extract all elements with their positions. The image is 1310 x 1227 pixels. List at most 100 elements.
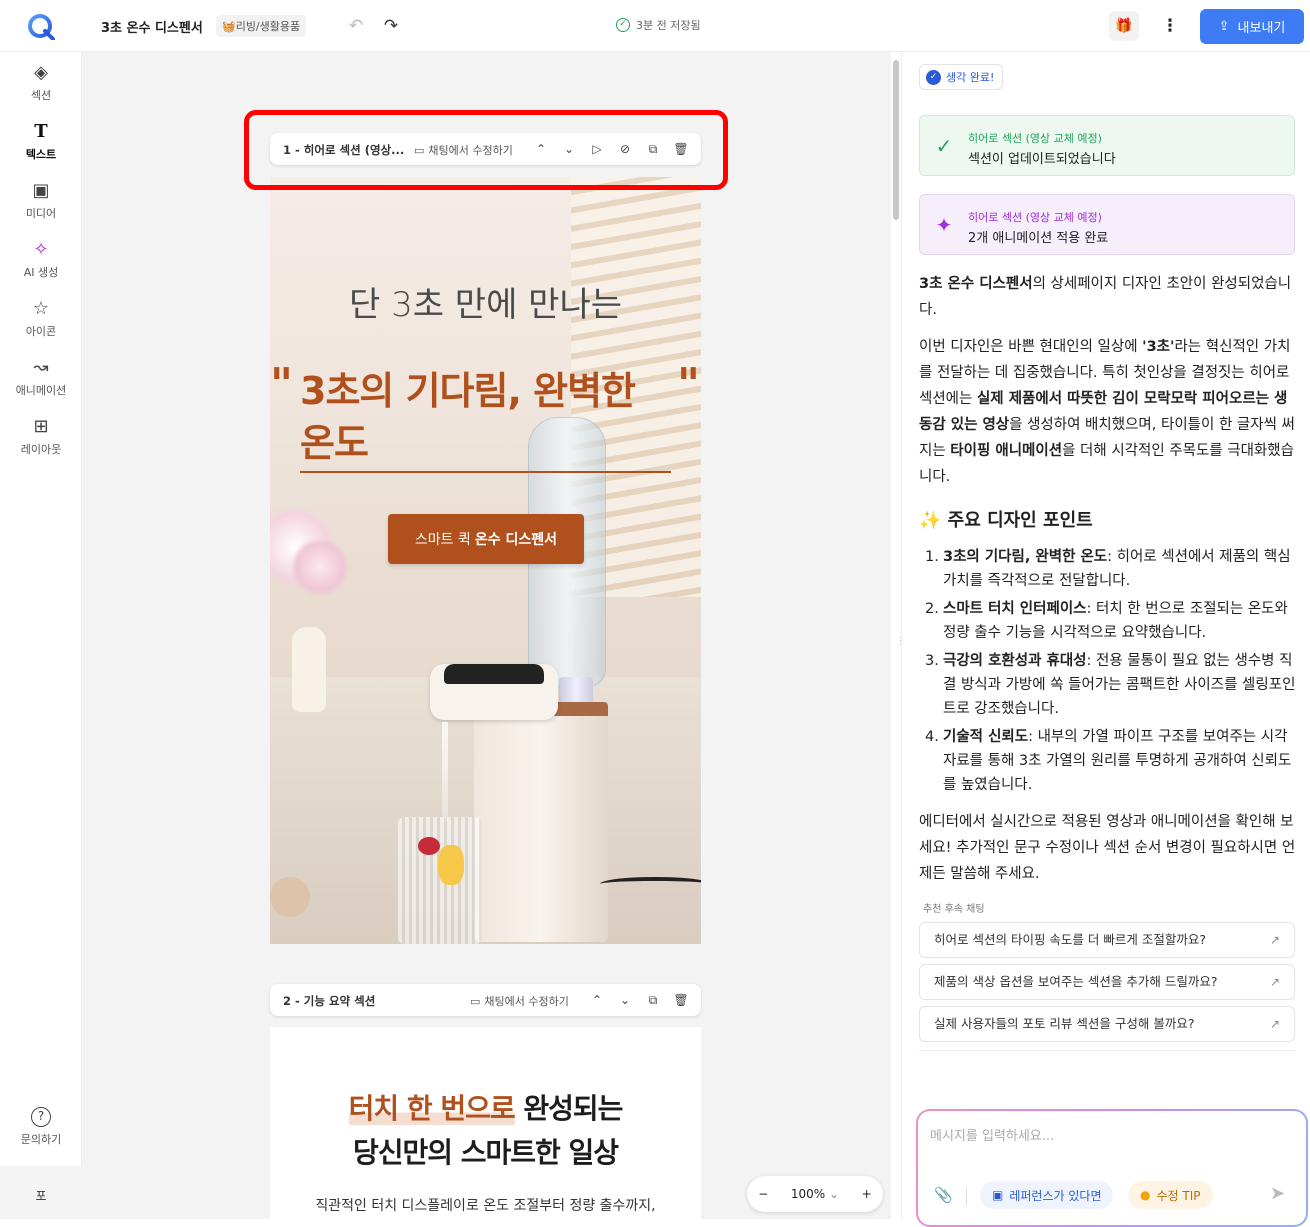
thinking-done-badge[interactable]: ✓ 생각 완료!	[919, 64, 1004, 90]
upload-icon: ⇪	[1218, 19, 1230, 34]
zoom-in-button[interactable]: +	[862, 1187, 872, 1201]
undo-icon[interactable]: ↶	[346, 16, 366, 36]
zoom-control: − 100% ⌄ +	[747, 1176, 883, 1212]
sidebar-item-section[interactable]: ◈ 섹션	[0, 62, 82, 103]
text-run-bold: 극강의 호환성과 휴대성	[943, 653, 1087, 669]
more-options-icon[interactable]: ⋮	[1160, 14, 1180, 38]
category-badge[interactable]: 🧺리빙/생활용품	[216, 15, 307, 37]
tip-label: 수정 TIP	[1156, 1188, 1201, 1203]
hero-cta-button[interactable]: 스마트 퀵 온수 디스펜서	[388, 514, 584, 564]
divider	[919, 1050, 1295, 1051]
heading-rest: 완성되는	[523, 1092, 623, 1125]
canvas-scrollbar[interactable]	[893, 60, 899, 220]
arrow-up-right-icon: ↗	[1269, 1017, 1280, 1031]
text-icon: T	[34, 121, 48, 142]
update-card[interactable]: ✓ 히어로 섹션 (영상 교체 예정) 섹션이 업데이트되었습니다	[919, 115, 1295, 176]
chevron-up-icon[interactable]: ⌃	[588, 991, 606, 1009]
check-icon: ✓	[935, 134, 953, 158]
help-button[interactable]: ? 문의하기	[0, 1107, 82, 1147]
sidebar-item-label: 섹션	[30, 89, 52, 102]
send-icon[interactable]: ➤	[1270, 1183, 1285, 1204]
sidebar-item-ai-generate[interactable]: ✧ AI 생성	[0, 239, 82, 280]
question-icon: ?	[31, 1107, 51, 1127]
chat-edit-button[interactable]: ▭ 채팅에서 수정하기	[470, 993, 569, 1009]
suggestion-text: 제품의 색상 옵션을 보여주는 섹션을 추가해 드릴까요?	[934, 974, 1218, 989]
list-body: 극강의 호환성과 휴대성: 전용 물통이 필요 없는 생수병 직결 방식과 가방…	[943, 649, 1299, 721]
export-label: 내보내기	[1237, 21, 1286, 36]
chat-panel: ✓ 생각 완료! ✓ 히어로 섹션 (영상 교체 예정) 섹션이 업데이트되었습…	[901, 52, 1310, 1225]
heading-highlight: 터치 한 번으로	[348, 1092, 516, 1125]
curve-icon: ↝	[33, 357, 49, 378]
thinking-done-label: 생각 완료!	[946, 71, 995, 84]
trash-icon[interactable]: 🗑	[672, 991, 690, 1009]
star-icon: ☆	[32, 298, 50, 319]
zoom-out-button[interactable]: −	[758, 1187, 768, 1201]
text-run-bold: 타이핑 애니메이션	[950, 443, 1063, 459]
hero-title[interactable]: 3초의 기다림, 완벽한 온도	[300, 365, 680, 469]
section2-paragraph[interactable]: 직관적인 터치 디스플레이로 온도 조절부터 정량 출수까지,	[270, 1195, 701, 1215]
sidebar-item-media[interactable]: ▣ 미디어	[0, 180, 82, 221]
flower-decoration	[290, 537, 350, 597]
feature-summary-section[interactable]: 터치 한 번으로 완성되는 당신만의 스마트한 일상 직관적인 터치 디스플레이…	[270, 1027, 701, 1227]
sidebar-item-icon[interactable]: ☆ 아이콘	[0, 298, 82, 339]
section2-heading[interactable]: 터치 한 번으로 완성되는 당신만의 스마트한 일상	[270, 1087, 701, 1175]
message-intro: 3초 온수 디스펜서의 상세페이지 디자인 초안이 완성되었습니다.	[919, 271, 1299, 323]
language-toggle[interactable]: 포	[0, 1166, 82, 1219]
hero-title-underline	[300, 471, 671, 473]
list-number: 1.	[925, 549, 939, 565]
design-points-heading: ✨ 주요 디자인 포인트	[919, 510, 1093, 531]
highlight-frame	[244, 110, 728, 190]
message-input[interactable]: 메시지를 입력하세요...	[930, 1125, 1054, 1144]
edit-tip-button[interactable]: ● 수정 TIP	[1128, 1181, 1213, 1209]
divider	[966, 1188, 967, 1206]
arrow-up-right-icon: ↗	[1269, 933, 1280, 947]
suggestion-item[interactable]: 히어로 섹션의 타이핑 속도를 더 빠르게 조절할까요? ↗	[919, 922, 1295, 958]
sidebar-item-text[interactable]: T 텍스트	[0, 121, 82, 162]
list-body: 스마트 터치 인터페이스: 터치 한 번으로 조절되는 온도와 정량 출수 기능…	[943, 597, 1299, 645]
list-body: 3초의 기다림, 완벽한 온도: 히어로 섹션에서 제품의 핵심 가치를 즉각적…	[943, 545, 1299, 593]
reference-button[interactable]: ▣ 레퍼런스가 있다면	[980, 1181, 1114, 1209]
section-toolbar-2: 2 - 기능 요약 섹션 ▭ 채팅에서 수정하기 ⌃ ⌄ ⧉ 🗑	[270, 984, 701, 1016]
drinking-glass	[398, 817, 482, 944]
power-cable	[600, 877, 701, 891]
attach-icon[interactable]: 📎	[934, 1186, 953, 1204]
message-composer[interactable]: 메시지를 입력하세요... 📎 ▣ 레퍼런스가 있다면 ● 수정 TIP ➤	[916, 1109, 1308, 1227]
berry-garnish	[418, 837, 440, 855]
sidebar-item-layout[interactable]: ⊞ 레이아웃	[0, 416, 82, 457]
zoom-level[interactable]: 100% ⌄	[791, 1187, 839, 1201]
layers-icon: ◈	[34, 62, 48, 83]
card-body: 2개 애니메이션 적용 완료	[968, 231, 1109, 246]
save-status: ✓ 3분 전 저장됨	[616, 17, 701, 33]
document-title[interactable]: 3초 온수 디스펜서	[101, 17, 203, 36]
chevron-down-icon[interactable]: ⌄	[616, 991, 634, 1009]
water-stream	[442, 722, 448, 822]
list-number: 4.	[925, 729, 939, 745]
section-label[interactable]: 2 - 기능 요약 섹션	[283, 993, 375, 1009]
reference-label: 레퍼런스가 있다면	[1009, 1188, 1102, 1203]
text-run-bold: '3초'	[1142, 339, 1175, 355]
animation-card[interactable]: ✦ 히어로 섹션 (영상 교체 예정) 2개 애니메이션 적용 완료	[919, 194, 1295, 255]
sidebar-item-label: AI 생성	[23, 266, 59, 279]
suggestion-item[interactable]: 제품의 색상 옵션을 보여주는 섹션을 추가해 드릴까요? ↗	[919, 964, 1295, 1000]
image-icon: ▣	[32, 180, 50, 201]
suggestion-item[interactable]: 실제 사용자들의 포토 리뷰 섹션을 구성해 볼까요? ↗	[919, 1006, 1295, 1042]
suggestion-text: 히어로 섹션의 타이핑 속도를 더 빠르게 조절할까요?	[934, 932, 1206, 947]
sidebar-item-label: 레이아웃	[20, 443, 62, 456]
chat-edit-label: 채팅에서 수정하기	[484, 995, 569, 1008]
export-button[interactable]: ⇪ 내보내기	[1200, 9, 1304, 44]
sidebar-item-label: 애니메이션	[15, 384, 67, 397]
sidebar-item-animation[interactable]: ↝ 애니메이션	[0, 357, 82, 398]
image-plus-icon: ▣	[992, 1188, 1004, 1202]
left-sidebar: ◈ 섹션 T 텍스트 ▣ 미디어 ✧ AI 생성 ☆ 아이콘 ↝ 애니메이션 ⊞…	[0, 52, 82, 1219]
card-body: 섹션이 업데이트되었습니다	[968, 152, 1116, 167]
redo-icon[interactable]: ↷	[381, 16, 401, 36]
gift-icon[interactable]: 🎁	[1109, 11, 1139, 41]
app-logo-icon[interactable]	[27, 12, 55, 40]
intro-bold: 3초 온수 디스펜서	[919, 276, 1033, 292]
chat-bubble-icon: ▭	[470, 994, 481, 1008]
hero-subtitle[interactable]: 단 3초 만에 만나는	[270, 277, 701, 326]
check-icon: ✓	[926, 69, 941, 85]
copy-icon[interactable]: ⧉	[644, 991, 662, 1009]
hero-section[interactable]: 단 3초 만에 만나는 " " 3초의 기다림, 완벽한 온도 스마트 퀵 온수…	[270, 177, 701, 944]
help-label: 문의하기	[20, 1133, 62, 1146]
